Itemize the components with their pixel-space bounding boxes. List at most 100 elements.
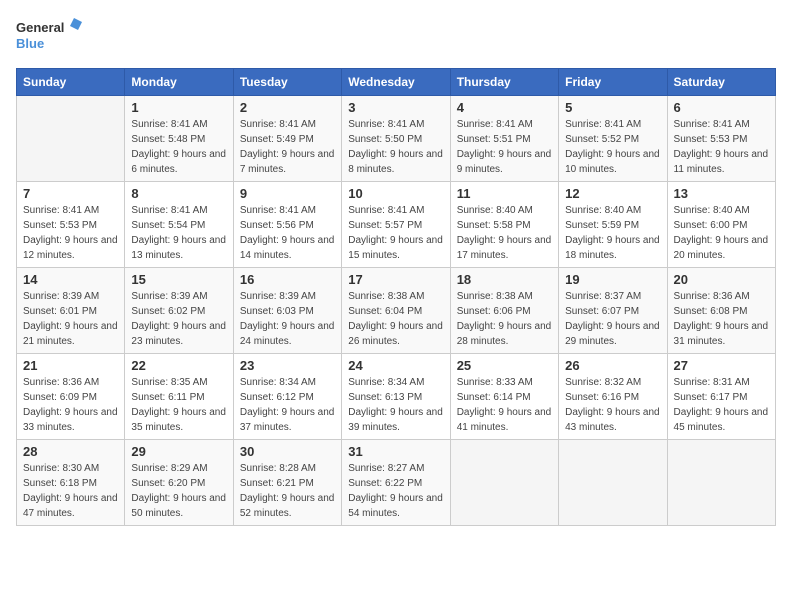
day-number: 29: [131, 444, 226, 459]
calendar-cell: 4 Sunrise: 8:41 AMSunset: 5:51 PMDaylight…: [450, 96, 558, 182]
day-info: Sunrise: 8:41 AMSunset: 5:49 PMDaylight:…: [240, 117, 335, 177]
calendar-cell: [450, 440, 558, 526]
day-number: 31: [348, 444, 443, 459]
day-number: 14: [23, 272, 118, 287]
day-number: 15: [131, 272, 226, 287]
calendar-cell: 15 Sunrise: 8:39 AMSunset: 6:02 PMDayligh…: [125, 268, 233, 354]
day-info: Sunrise: 8:30 AMSunset: 6:18 PMDaylight:…: [23, 461, 118, 521]
day-number: 3: [348, 100, 443, 115]
day-info: Sunrise: 8:32 AMSunset: 6:16 PMDaylight:…: [565, 375, 660, 435]
day-number: 27: [674, 358, 769, 373]
calendar-cell: 24 Sunrise: 8:34 AMSunset: 6:13 PMDayligh…: [342, 354, 450, 440]
day-info: Sunrise: 8:41 AMSunset: 5:51 PMDaylight:…: [457, 117, 552, 177]
day-number: 22: [131, 358, 226, 373]
day-info: Sunrise: 8:28 AMSunset: 6:21 PMDaylight:…: [240, 461, 335, 521]
day-number: 25: [457, 358, 552, 373]
day-info: Sunrise: 8:41 AMSunset: 5:53 PMDaylight:…: [674, 117, 769, 177]
day-number: 9: [240, 186, 335, 201]
day-number: 30: [240, 444, 335, 459]
day-info: Sunrise: 8:41 AMSunset: 5:52 PMDaylight:…: [565, 117, 660, 177]
day-info: Sunrise: 8:34 AMSunset: 6:12 PMDaylight:…: [240, 375, 335, 435]
day-info: Sunrise: 8:41 AMSunset: 5:48 PMDaylight:…: [131, 117, 226, 177]
day-number: 7: [23, 186, 118, 201]
calendar-week-4: 21 Sunrise: 8:36 AMSunset: 6:09 PMDayligh…: [17, 354, 776, 440]
calendar-cell: 14 Sunrise: 8:39 AMSunset: 6:01 PMDayligh…: [17, 268, 125, 354]
day-number: 6: [674, 100, 769, 115]
day-number: 8: [131, 186, 226, 201]
calendar-cell: 26 Sunrise: 8:32 AMSunset: 6:16 PMDayligh…: [559, 354, 667, 440]
calendar-cell: [559, 440, 667, 526]
weekday-sunday: Sunday: [17, 69, 125, 96]
svg-text:General: General: [16, 20, 64, 35]
day-info: Sunrise: 8:33 AMSunset: 6:14 PMDaylight:…: [457, 375, 552, 435]
calendar-cell: 18Sunrise: 8:38 AMSunset: 6:06 PMDayligh…: [450, 268, 558, 354]
page-header: General Blue: [16, 16, 776, 56]
day-number: 2: [240, 100, 335, 115]
calendar-body: 1Sunrise: 8:41 AMSunset: 5:48 PMDaylight…: [17, 96, 776, 526]
day-number: 13: [674, 186, 769, 201]
calendar-cell: 31Sunrise: 8:27 AMSunset: 6:22 PMDayligh…: [342, 440, 450, 526]
day-number: 4: [457, 100, 552, 115]
calendar-cell: 7 Sunrise: 8:41 AMSunset: 5:53 PMDaylight…: [17, 182, 125, 268]
day-info: Sunrise: 8:38 AMSunset: 6:04 PMDaylight:…: [348, 289, 443, 349]
day-info: Sunrise: 8:39 AMSunset: 6:02 PMDaylight:…: [131, 289, 226, 349]
day-number: 28: [23, 444, 118, 459]
weekday-thursday: Thursday: [450, 69, 558, 96]
calendar-cell: [667, 440, 775, 526]
day-number: 23: [240, 358, 335, 373]
weekday-tuesday: Tuesday: [233, 69, 341, 96]
day-info: Sunrise: 8:37 AMSunset: 6:07 PMDaylight:…: [565, 289, 660, 349]
day-number: 19: [565, 272, 660, 287]
calendar-cell: 19 Sunrise: 8:37 AMSunset: 6:07 PMDayligh…: [559, 268, 667, 354]
day-info: Sunrise: 8:36 AMSunset: 6:09 PMDaylight:…: [23, 375, 118, 435]
calendar-cell: 13Sunrise: 8:40 AMSunset: 6:00 PMDayligh…: [667, 182, 775, 268]
calendar-cell: 6 Sunrise: 8:41 AMSunset: 5:53 PMDaylight…: [667, 96, 775, 182]
calendar-cell: 10Sunrise: 8:41 AMSunset: 5:57 PMDayligh…: [342, 182, 450, 268]
weekday-wednesday: Wednesday: [342, 69, 450, 96]
calendar-cell: 8 Sunrise: 8:41 AMSunset: 5:54 PMDaylight…: [125, 182, 233, 268]
day-number: 24: [348, 358, 443, 373]
calendar-week-2: 7 Sunrise: 8:41 AMSunset: 5:53 PMDaylight…: [17, 182, 776, 268]
day-number: 20: [674, 272, 769, 287]
day-number: 17: [348, 272, 443, 287]
calendar-cell: 2 Sunrise: 8:41 AMSunset: 5:49 PMDaylight…: [233, 96, 341, 182]
logo-svg: General Blue: [16, 16, 86, 56]
day-info: Sunrise: 8:41 AMSunset: 5:53 PMDaylight:…: [23, 203, 118, 263]
weekday-friday: Friday: [559, 69, 667, 96]
calendar-cell: 9 Sunrise: 8:41 AMSunset: 5:56 PMDaylight…: [233, 182, 341, 268]
day-info: Sunrise: 8:41 AMSunset: 5:54 PMDaylight:…: [131, 203, 226, 263]
day-info: Sunrise: 8:29 AMSunset: 6:20 PMDaylight:…: [131, 461, 226, 521]
day-info: Sunrise: 8:36 AMSunset: 6:08 PMDaylight:…: [674, 289, 769, 349]
weekday-header-row: SundayMondayTuesdayWednesdayThursdayFrid…: [17, 69, 776, 96]
weekday-saturday: Saturday: [667, 69, 775, 96]
calendar-cell: 16Sunrise: 8:39 AMSunset: 6:03 PMDayligh…: [233, 268, 341, 354]
calendar-cell: 12Sunrise: 8:40 AMSunset: 5:59 PMDayligh…: [559, 182, 667, 268]
calendar-cell: 22 Sunrise: 8:35 AMSunset: 6:11 PMDayligh…: [125, 354, 233, 440]
day-number: 10: [348, 186, 443, 201]
calendar-cell: 20 Sunrise: 8:36 AMSunset: 6:08 PMDayligh…: [667, 268, 775, 354]
calendar-cell: 11Sunrise: 8:40 AMSunset: 5:58 PMDayligh…: [450, 182, 558, 268]
svg-text:Blue: Blue: [16, 36, 44, 51]
day-info: Sunrise: 8:41 AMSunset: 5:56 PMDaylight:…: [240, 203, 335, 263]
calendar-cell: 5 Sunrise: 8:41 AMSunset: 5:52 PMDaylight…: [559, 96, 667, 182]
calendar-cell: 3 Sunrise: 8:41 AMSunset: 5:50 PMDaylight…: [342, 96, 450, 182]
calendar-cell: 27Sunrise: 8:31 AMSunset: 6:17 PMDayligh…: [667, 354, 775, 440]
calendar-cell: 28 Sunrise: 8:30 AMSunset: 6:18 PMDayligh…: [17, 440, 125, 526]
day-info: Sunrise: 8:39 AMSunset: 6:03 PMDaylight:…: [240, 289, 335, 349]
logo: General Blue: [16, 16, 86, 56]
weekday-monday: Monday: [125, 69, 233, 96]
day-number: 21: [23, 358, 118, 373]
day-info: Sunrise: 8:41 AMSunset: 5:50 PMDaylight:…: [348, 117, 443, 177]
calendar-table: SundayMondayTuesdayWednesdayThursdayFrid…: [16, 68, 776, 526]
day-number: 5: [565, 100, 660, 115]
calendar-cell: 1Sunrise: 8:41 AMSunset: 5:48 PMDaylight…: [125, 96, 233, 182]
calendar-cell: 30 Sunrise: 8:28 AMSunset: 6:21 PMDayligh…: [233, 440, 341, 526]
day-info: Sunrise: 8:34 AMSunset: 6:13 PMDaylight:…: [348, 375, 443, 435]
day-info: Sunrise: 8:35 AMSunset: 6:11 PMDaylight:…: [131, 375, 226, 435]
calendar-cell: 17 Sunrise: 8:38 AMSunset: 6:04 PMDayligh…: [342, 268, 450, 354]
day-info: Sunrise: 8:40 AMSunset: 5:59 PMDaylight:…: [565, 203, 660, 263]
calendar-cell: 29 Sunrise: 8:29 AMSunset: 6:20 PMDayligh…: [125, 440, 233, 526]
day-number: 26: [565, 358, 660, 373]
day-number: 11: [457, 186, 552, 201]
day-info: Sunrise: 8:39 AMSunset: 6:01 PMDaylight:…: [23, 289, 118, 349]
